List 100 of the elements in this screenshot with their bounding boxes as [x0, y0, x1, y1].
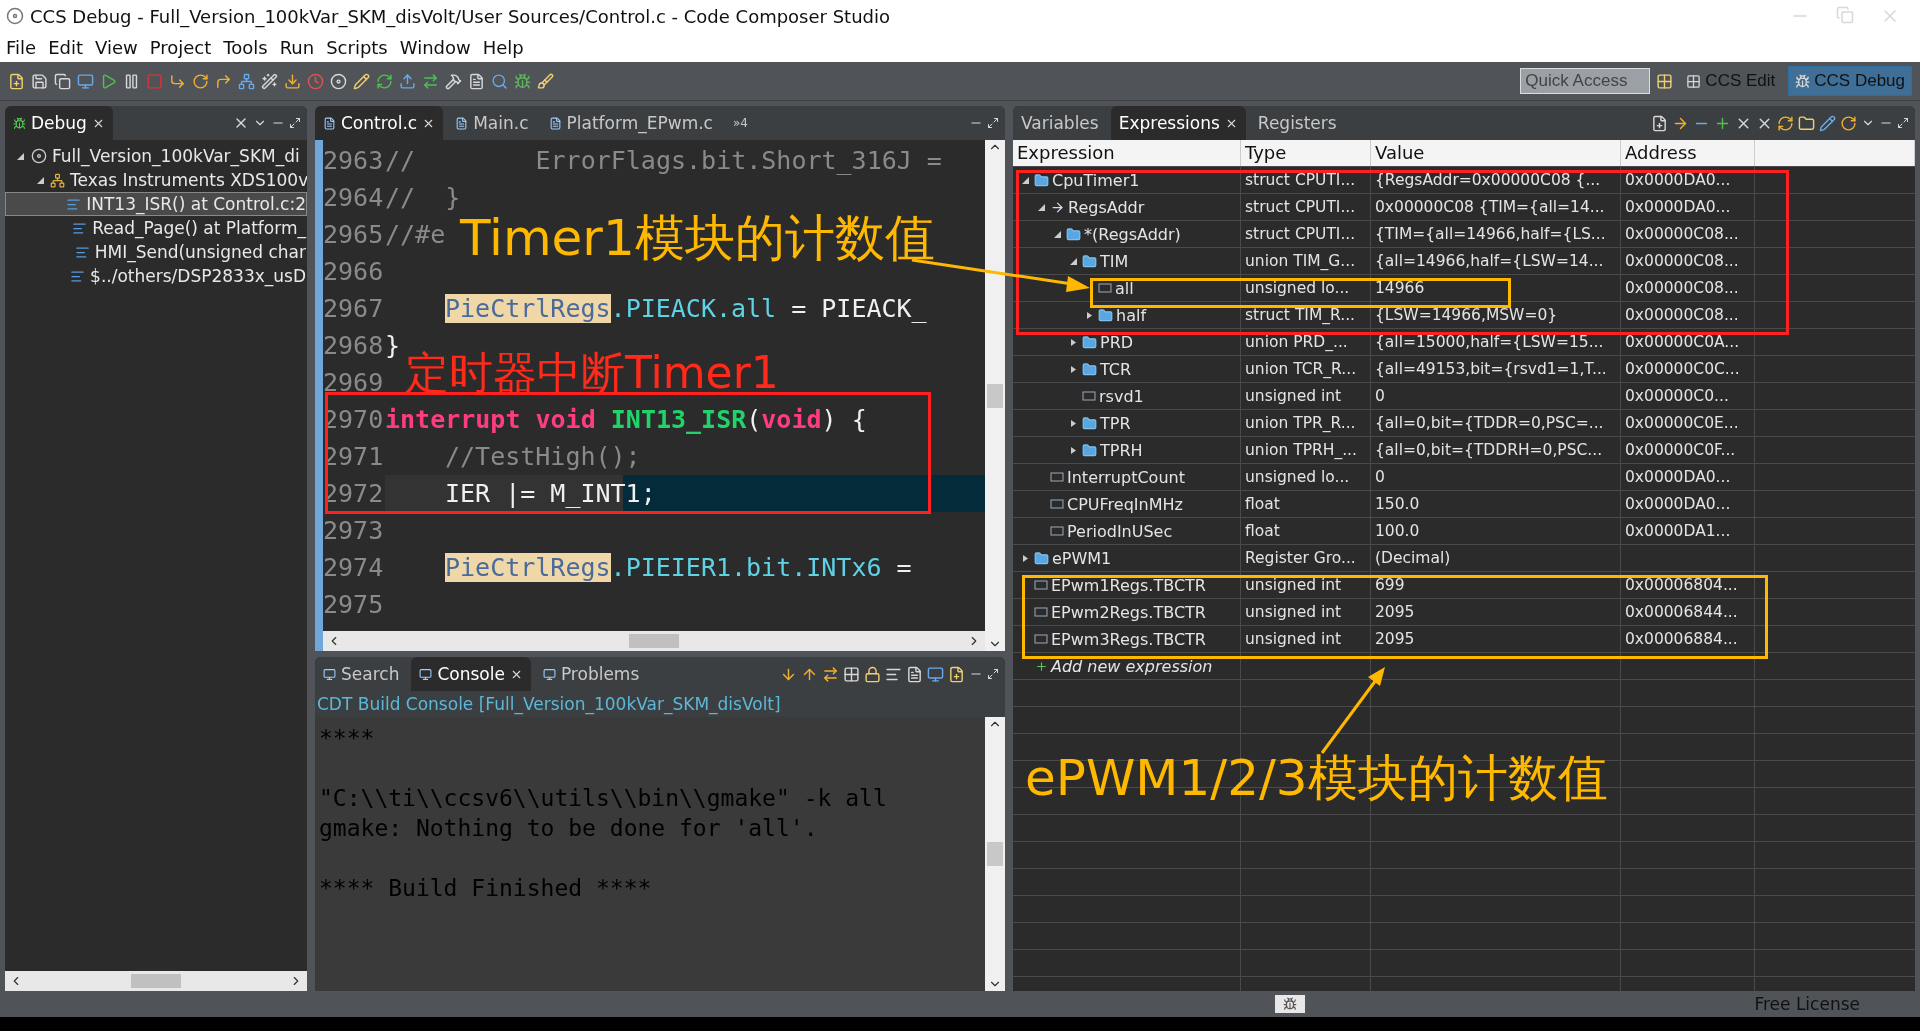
disc-icon[interactable]: [330, 72, 347, 90]
copy-icon[interactable]: [54, 72, 71, 90]
console-tab[interactable]: Search: [315, 657, 408, 691]
step-return-icon[interactable]: [215, 72, 232, 90]
window-title: CCS Debug - Full_Version_100kVar_SKM_disVolt/User Sources/Control.c - Code Composer Studio: [30, 5, 892, 27]
lock-icon[interactable]: [864, 665, 881, 683]
menu-item[interactable]: View: [95, 36, 138, 58]
pause-icon[interactable]: [123, 72, 140, 90]
hammer-icon[interactable]: [445, 72, 462, 90]
open-perspective-icon[interactable]: [1656, 72, 1674, 90]
upload-icon[interactable]: [399, 72, 416, 90]
step-into-icon[interactable]: [169, 72, 186, 90]
vertical-scrollbar[interactable]: [985, 140, 1005, 651]
maximize-icon[interactable]: [1897, 117, 1909, 129]
address-cell: 0x00000C0F...: [1621, 437, 1755, 463]
console-tab[interactable]: Problems: [534, 657, 648, 691]
download-icon[interactable]: [284, 72, 301, 90]
new-file-icon[interactable]: [1651, 114, 1668, 132]
search-icon[interactable]: [491, 72, 508, 90]
horizontal-scrollbar[interactable]: [323, 631, 985, 651]
menu-item[interactable]: Project: [149, 36, 212, 58]
wand-icon[interactable]: [261, 72, 278, 90]
debug-tree-item[interactable]: Full_Version_100kVar_SKM_di: [5, 144, 307, 168]
perspective-button[interactable]: CCS Debug: [1788, 66, 1912, 96]
view-tab[interactable]: Expressions: [1110, 106, 1246, 140]
address-cell: 0x00000C08...: [1621, 248, 1755, 274]
debug-tree-item[interactable]: Read_Page() at Platform_: [5, 216, 307, 240]
brush-icon[interactable]: [537, 72, 554, 90]
status-button[interactable]: [1275, 995, 1305, 1013]
horizontal-scrollbar[interactable]: [5, 971, 307, 991]
scroll-thumb[interactable]: [987, 383, 1003, 408]
folder-icon[interactable]: [1798, 114, 1815, 132]
vertical-scrollbar[interactable]: [985, 717, 1005, 991]
debug-tree-item[interactable]: INT13_ISR() at Control.c:2: [5, 192, 307, 216]
swap-icon[interactable]: [822, 665, 839, 683]
new-console-icon[interactable]: [948, 665, 965, 683]
add-expression-entry[interactable]: Add new expression: [1051, 656, 1213, 676]
editor-tab[interactable]: Main.c: [447, 106, 537, 140]
expression-name: half: [1116, 305, 1147, 325]
editor-tab[interactable]: Control.c: [315, 106, 444, 140]
network-icon[interactable]: [238, 72, 255, 90]
line-number: 2966: [323, 257, 385, 286]
grid-icon[interactable]: [843, 665, 860, 683]
expand-arrow-icon[interactable]: [36, 175, 45, 185]
console-line: **** Build Finished ****: [319, 875, 653, 901]
expression-name: PRD: [1100, 332, 1134, 352]
menu-item[interactable]: Window: [399, 36, 471, 58]
menu-item[interactable]: File: [6, 36, 37, 58]
monitor-icon[interactable]: [77, 72, 94, 90]
debug-tab[interactable]: Debug: [5, 106, 113, 140]
refresh-icon[interactable]: [1777, 114, 1794, 132]
column-header[interactable]: Expression: [1013, 140, 1241, 166]
debug-tree-item[interactable]: $../others/DSP2833x_usD: [5, 264, 307, 288]
play-icon[interactable]: [100, 72, 117, 90]
value-cell: {all=15000,half={LSW=15...: [1371, 329, 1621, 355]
save-icon[interactable]: [31, 72, 48, 90]
stack-frame-icon: [66, 196, 82, 212]
expression-name: TPR: [1100, 413, 1131, 433]
scroll-thumb[interactable]: [987, 842, 1003, 866]
value-cell: {LSW=14966,MSW=0}: [1371, 302, 1621, 328]
debug-tree-item[interactable]: Texas Instruments XDS100v: [5, 168, 307, 192]
column-header[interactable]: Value: [1371, 140, 1621, 166]
menu-item[interactable]: Scripts: [326, 36, 388, 58]
type-cell: union PRD_...: [1241, 329, 1371, 355]
new-file-icon[interactable]: [8, 72, 25, 90]
maximize-icon[interactable]: [987, 668, 999, 680]
bug-icon: [13, 116, 26, 130]
more-tabs-link[interactable]: »4: [724, 106, 756, 140]
maximize-icon[interactable]: [987, 117, 999, 129]
code-line: // }: [385, 181, 461, 214]
menu-item[interactable]: Edit: [48, 36, 83, 58]
clear-icon[interactable]: [906, 665, 923, 683]
stack-frame-icon: [74, 244, 90, 260]
address-cell: 0x00000C0...: [1621, 383, 1755, 409]
column-header[interactable]: Type: [1241, 140, 1371, 166]
edit-icon[interactable]: [1819, 114, 1836, 132]
step-over-icon[interactable]: [192, 72, 209, 90]
sync-icon[interactable]: [1840, 114, 1857, 132]
monitor-icon[interactable]: [927, 665, 944, 683]
menu-item[interactable]: Run: [279, 36, 315, 58]
column-header[interactable]: Address: [1621, 140, 1755, 166]
menu-item[interactable]: Tools: [223, 36, 268, 58]
debug-tree-item[interactable]: HMI_Send(unsigned char: [5, 240, 307, 264]
scroll-thumb[interactable]: [629, 634, 679, 648]
view-tab[interactable]: Variables: [1013, 106, 1107, 140]
refresh-icon[interactable]: [376, 72, 393, 90]
console-tab[interactable]: Console: [411, 657, 531, 691]
menu-item[interactable]: Help: [482, 36, 524, 58]
folder-icon: [1082, 442, 1097, 458]
editor-tab[interactable]: Platform_EPwm.c: [540, 106, 721, 140]
maximize-icon[interactable]: [289, 117, 301, 129]
value-cell: 2095: [1371, 599, 1621, 625]
view-tab[interactable]: Registers: [1249, 106, 1345, 140]
expression-name: rsvd1: [1099, 386, 1144, 406]
quick-access-field[interactable]: Quick Access: [1520, 68, 1651, 94]
document-icon[interactable]: [468, 72, 485, 90]
bug-icon[interactable]: [514, 72, 531, 90]
scroll-thumb[interactable]: [131, 974, 181, 988]
pencil-icon[interactable]: [353, 72, 370, 90]
swap-icon[interactable]: [422, 72, 439, 90]
